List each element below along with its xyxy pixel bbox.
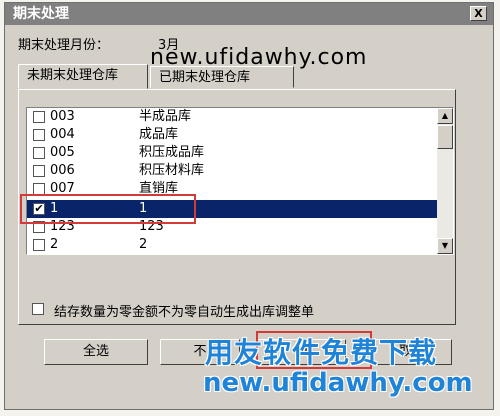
- arrow-down-icon: ▼: [441, 241, 449, 250]
- list-item[interactable]: 006 积压材料库: [27, 162, 437, 180]
- auto-generate-label: 结存数量为零金额不为零自动生成出库调整单: [54, 305, 315, 320]
- warehouse-name: 成品库: [139, 127, 179, 142]
- warehouse-code: 123: [50, 219, 75, 234]
- arrow-up-icon: ▲: [441, 111, 449, 120]
- warehouse-checkbox[interactable]: [33, 165, 45, 177]
- watermark-url-bottom: new.ufidawhy.com: [203, 368, 473, 398]
- warehouse-checkbox[interactable]: [33, 147, 45, 159]
- period-month-row: 期末处理月份： 3月: [18, 34, 179, 53]
- dialog-title: 期末处理: [13, 6, 69, 22]
- warehouse-code: 007: [50, 181, 75, 196]
- warehouse-name: 半成品库: [139, 109, 192, 124]
- warehouse-checkbox[interactable]: [33, 183, 45, 195]
- close-icon: X: [474, 7, 483, 20]
- list-item[interactable]: 2 2: [27, 236, 437, 254]
- warehouse-name: 积压材料库: [139, 163, 205, 178]
- warehouse-name: 直销库: [139, 181, 179, 196]
- tab-processed-warehouses[interactable]: 已期末处理仓库: [150, 66, 294, 88]
- tab-unprocessed-warehouses[interactable]: 未期末处理仓库: [18, 64, 148, 89]
- period-month-label: 期末处理月份：: [18, 38, 110, 53]
- select-all-button[interactable]: 全选: [44, 339, 148, 365]
- warehouse-list[interactable]: 003 半成品库 004 成品库 005 积压成品库 006 积压材料库 007…: [26, 107, 454, 255]
- list-item[interactable]: 123 123: [27, 218, 437, 236]
- warehouse-code: 006: [50, 163, 75, 178]
- close-button[interactable]: X: [470, 6, 487, 21]
- list-item[interactable]: 005 积压成品库: [27, 144, 437, 162]
- warehouse-name: 积压成品库: [139, 145, 205, 160]
- warehouse-checkbox[interactable]: [33, 111, 45, 123]
- list-scrollbar[interactable]: ▲ ▼: [437, 108, 453, 254]
- auto-generate-checkbox[interactable]: [32, 303, 44, 315]
- scroll-thumb[interactable]: [437, 125, 453, 149]
- warehouse-code: 005: [50, 145, 75, 160]
- watermark-text-cn: 用友软件免费下载: [205, 336, 438, 369]
- warehouse-code: 1: [50, 201, 59, 216]
- warehouse-code: 004: [50, 127, 75, 142]
- dialog-titlebar: 期末处理 X: [5, 3, 493, 25]
- warehouse-checkbox[interactable]: [33, 239, 45, 251]
- scroll-down-button[interactable]: ▼: [437, 238, 453, 254]
- warehouse-checkbox-checked[interactable]: ✔: [33, 203, 45, 215]
- scroll-up-button[interactable]: ▲: [437, 108, 453, 124]
- list-item[interactable]: 004 成品库: [27, 126, 437, 144]
- list-item-selected[interactable]: ✔ 1 1: [27, 200, 437, 218]
- list-item[interactable]: 003 半成品库: [27, 108, 437, 126]
- warehouse-name: 1: [139, 201, 148, 216]
- warehouse-code: 2: [50, 237, 59, 252]
- warehouse-code: 003: [50, 109, 75, 124]
- warehouse-name: 2: [139, 237, 148, 252]
- warehouse-name: 123: [139, 219, 164, 234]
- warehouse-checkbox[interactable]: [33, 129, 45, 141]
- warehouse-checkbox[interactable]: [33, 221, 45, 233]
- list-item[interactable]: 007 直销库: [27, 180, 437, 198]
